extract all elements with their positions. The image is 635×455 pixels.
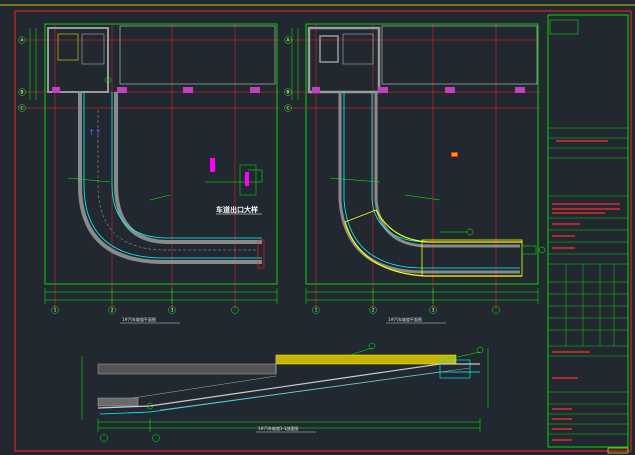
axis-mark-left-a: A [21, 38, 24, 43]
axis-mark-right-b: B [287, 90, 290, 95]
axis-mark-left-1: 1 [54, 308, 57, 313]
section-title: 1#汽车坡道1-1剖面图 [258, 425, 298, 431]
plan-right: A B C 1 2 3 1#汽车坡道平面图 [284, 23, 546, 324]
detail-callout-label: 车道出口大样 [216, 205, 258, 214]
title-block [547, 14, 629, 454]
plan-right-title: 1#汽车坡道平面图 [388, 316, 422, 322]
plan-left-dimensions [44, 288, 278, 304]
axis-mark-left-2: 2 [111, 308, 114, 313]
section-view: 1#汽车坡道1-1剖面图 [81, 342, 489, 442]
axis-mark-left-b: B [21, 90, 24, 95]
cad-drawing-canvas: ↑↑ 车道出口大样 A B C 1 2 3 1#汽车坡道平面图 A B C 1 … [0, 4, 635, 454]
plan-left: ↑↑ 车道出口大样 A B C 1 2 3 1#汽车坡道平面图 [18, 23, 280, 324]
axis-mark-right-3: 3 [432, 308, 435, 313]
plan-left-title: 1#汽车坡道平面图 [122, 316, 156, 322]
svg-text:↑↑: ↑↑ [88, 128, 101, 137]
axis-mark-right-2: 2 [372, 308, 375, 313]
axis-mark-right-1: 1 [315, 308, 318, 313]
axis-mark-right-a: A [287, 38, 290, 43]
axis-mark-right-c: C [287, 106, 290, 111]
axis-mark-left-3: 3 [171, 308, 174, 313]
axis-mark-left-c: C [21, 106, 24, 111]
plan-left-axis-grid [20, 24, 280, 310]
